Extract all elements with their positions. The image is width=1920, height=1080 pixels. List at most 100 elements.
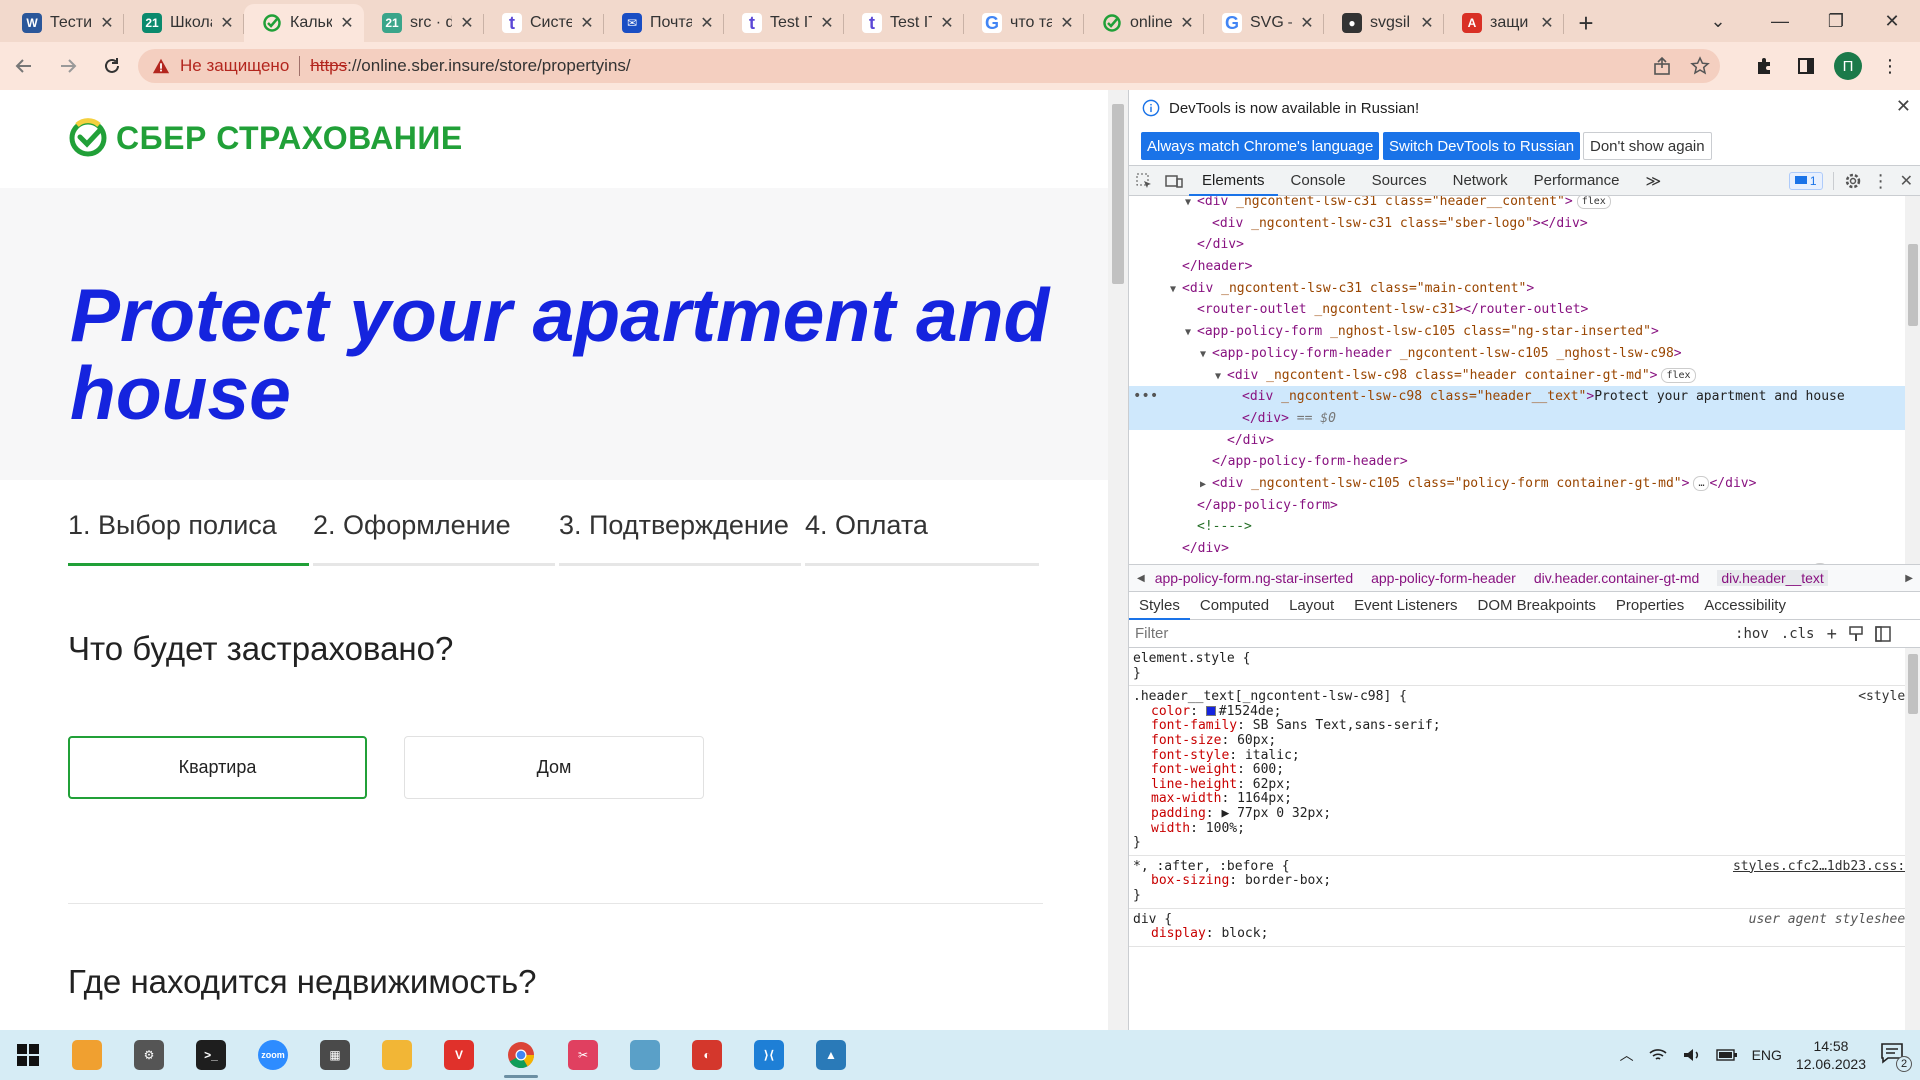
css-rule[interactable]: *, :after, :before {styles.cfc2…1db23.cs… — [1129, 856, 1920, 909]
styles-subtab[interactable]: Styles — [1129, 592, 1190, 620]
browser-tab[interactable]: t Test IT ✕ — [724, 4, 844, 42]
progress-step[interactable]: 1. Выбор полиса — [68, 510, 313, 566]
color-swatch-icon[interactable] — [1205, 705, 1216, 716]
breadcrumb-item[interactable]: div.header.container-gt-md — [1534, 570, 1700, 586]
forward-button[interactable] — [48, 46, 88, 86]
styles-subtab[interactable]: Accessibility — [1694, 592, 1796, 620]
expand-triangle-icon[interactable]: ▼ — [1170, 279, 1182, 301]
close-devtools-icon[interactable]: ✕ — [1900, 171, 1913, 191]
flex-badge[interactable]: flex — [1576, 196, 1611, 209]
device-toolbar-icon[interactable] — [1159, 166, 1189, 196]
page-scrollbar[interactable] — [1108, 90, 1128, 1030]
toggle-sidebar-icon[interactable] — [1875, 626, 1891, 642]
taskbar-app-notepad[interactable] — [614, 1030, 676, 1080]
browser-tab[interactable]: G SVG – ✕ — [1204, 4, 1324, 42]
close-tab-icon[interactable]: ✕ — [1418, 13, 1436, 33]
dom-node[interactable]: </div> — [1129, 234, 1920, 256]
css-declaration[interactable]: font-size: 60px; — [1133, 733, 1920, 749]
inspect-element-icon[interactable] — [1129, 166, 1159, 196]
hover-state-toggle[interactable]: :hov — [1735, 626, 1769, 642]
css-declaration[interactable]: font-style: italic; — [1133, 748, 1920, 764]
dom-node[interactable]: </div> — [1129, 430, 1920, 452]
dom-node[interactable]: </app-policy-form> — [1129, 495, 1920, 517]
styles-filter-input[interactable] — [1135, 625, 1695, 642]
close-tab-icon[interactable]: ✕ — [818, 13, 836, 33]
new-tab-button[interactable]: + — [1564, 4, 1608, 42]
close-tab-icon[interactable]: ✕ — [578, 13, 596, 33]
battery-icon[interactable] — [1715, 1048, 1738, 1062]
progress-step[interactable]: 4. Оплата — [805, 510, 1043, 566]
restore-window-button[interactable]: ❐ — [1808, 0, 1864, 42]
side-panel-icon[interactable] — [1792, 52, 1820, 80]
input-language[interactable]: ENG — [1752, 1047, 1782, 1063]
dom-node[interactable]: ▼ <div _ngcontent-lsw-c98 class="header c… — [1129, 365, 1920, 387]
close-tab-icon[interactable]: ✕ — [98, 13, 116, 33]
dom-node[interactable]: <router-outlet _ngcontent-lsw-c31></rout… — [1129, 299, 1920, 321]
browser-tab[interactable]: t Test IT ✕ — [844, 4, 964, 42]
dom-node[interactable]: ▼ <app-policy-form _nghost-lsw-c105 class… — [1129, 321, 1920, 343]
expand-triangle-icon[interactable]: ▼ — [1185, 322, 1197, 344]
css-declaration[interactable]: display: block; — [1133, 926, 1920, 942]
devtools-tab-performance[interactable]: Performance — [1521, 166, 1633, 196]
styles-scrollbar[interactable] — [1905, 648, 1920, 1030]
new-rule-plus-icon[interactable]: + — [1826, 624, 1837, 645]
browser-tab[interactable]: online ✕ — [1084, 4, 1204, 42]
dom-node[interactable]: ▶ <div _ngcontent-lsw-c105 class="policy-… — [1129, 473, 1920, 495]
dom-node[interactable]: ▼ <div _ngcontent-lsw-c31 class="header__… — [1129, 196, 1920, 213]
styles-subtab[interactable]: Computed — [1190, 592, 1279, 620]
devtools-tab-sources[interactable]: Sources — [1359, 166, 1440, 196]
css-declaration[interactable]: width: 100%; — [1133, 821, 1920, 837]
browser-menu-icon[interactable]: ⋮ — [1876, 52, 1904, 80]
taskbar-app-snip[interactable]: ✂ — [552, 1030, 614, 1080]
tab-search-dropdown-icon[interactable]: ⌄ — [1690, 0, 1746, 42]
volume-icon[interactable] — [1682, 1047, 1702, 1063]
taskbar-app-vivaldi[interactable]: V — [428, 1030, 490, 1080]
close-icon[interactable]: ✕ — [1896, 96, 1911, 117]
styles-pane[interactable]: element.style {} .header__text[_ngcontent… — [1129, 648, 1920, 1030]
notification-center-button[interactable]: 2 — [1880, 1042, 1912, 1072]
address-bar[interactable]: Не защищено https://online.sber.insure/s… — [138, 49, 1720, 83]
taskbar-app-settings[interactable]: ⚙ — [118, 1030, 180, 1080]
option-house-button[interactable]: Дом — [404, 736, 704, 799]
css-declaration[interactable]: padding: ▶ 77px 0 32px; — [1133, 806, 1920, 822]
dom-tree-scrollbar[interactable] — [1905, 196, 1920, 564]
sber-logo[interactable]: СБЕР СТРАХОВАНИЕ — [68, 118, 463, 158]
expand-triangle-icon[interactable]: ▼ — [1215, 366, 1227, 388]
dom-tree[interactable]: ▼ <div _ngcontent-lsw-c31 class="header__… — [1129, 196, 1920, 564]
start-button[interactable] — [0, 1030, 56, 1080]
dom-node[interactable]: <!----> — [1129, 516, 1920, 538]
close-tab-icon[interactable]: ✕ — [1058, 13, 1076, 33]
styles-subtab[interactable]: DOM Breakpoints — [1468, 592, 1606, 620]
taskbar-app-terminal[interactable]: >_ — [180, 1030, 242, 1080]
security-status-label[interactable]: Не защищено — [180, 56, 289, 76]
breadcrumb-item[interactable]: app-policy-form.ng-star-inserted — [1155, 570, 1353, 586]
browser-tab[interactable]: t Систе ✕ — [484, 4, 604, 42]
css-declaration[interactable]: color: #1524de; — [1133, 704, 1920, 720]
close-tab-icon[interactable]: ✕ — [458, 13, 476, 33]
taskbar-app-calculator[interactable]: ▦ — [304, 1030, 366, 1080]
collapsed-content-ellipsis[interactable]: … — [1693, 475, 1710, 491]
bookmark-star-icon[interactable] — [1690, 56, 1710, 76]
node-actions-icon[interactable]: ••• — [1133, 386, 1158, 408]
styles-subtab[interactable]: Event Listeners — [1344, 592, 1467, 620]
flex-badge[interactable]: flex — [1661, 367, 1696, 383]
dom-tree-scrollbar-thumb[interactable] — [1908, 244, 1918, 326]
browser-tab[interactable]: 21 src · d ✕ — [364, 4, 484, 42]
css-rule[interactable]: div {user agent stylesheet display: block… — [1129, 909, 1920, 947]
close-tab-icon[interactable]: ✕ — [218, 13, 236, 33]
browser-tab[interactable]: Gчто та ✕ — [964, 4, 1084, 42]
expand-triangle-icon[interactable]: ▶ — [1200, 474, 1212, 496]
dom-node[interactable]: ▼ <div _ngcontent-lsw-c31 class="main-con… — [1129, 278, 1920, 300]
browser-tab[interactable]: W Тести ✕ — [4, 4, 124, 42]
kebab-menu-icon[interactable]: ⋮ — [1872, 171, 1890, 192]
expand-triangle-icon[interactable]: ▼ — [1185, 196, 1197, 214]
more-tabs-button[interactable]: ≫ — [1633, 166, 1675, 196]
browser-tab[interactable]: Aзащи ✕ — [1444, 4, 1564, 42]
taskbar-app-vscode[interactable]: ⟩⟨ — [738, 1030, 800, 1080]
close-tab-icon[interactable]: ✕ — [1538, 13, 1556, 33]
close-window-button[interactable]: ✕ — [1864, 0, 1920, 42]
dom-node[interactable]: </div> — [1129, 538, 1920, 560]
back-button[interactable] — [4, 46, 44, 86]
styles-scrollbar-thumb[interactable] — [1908, 654, 1918, 714]
expand-triangle-icon[interactable]: ▼ — [1200, 344, 1212, 366]
